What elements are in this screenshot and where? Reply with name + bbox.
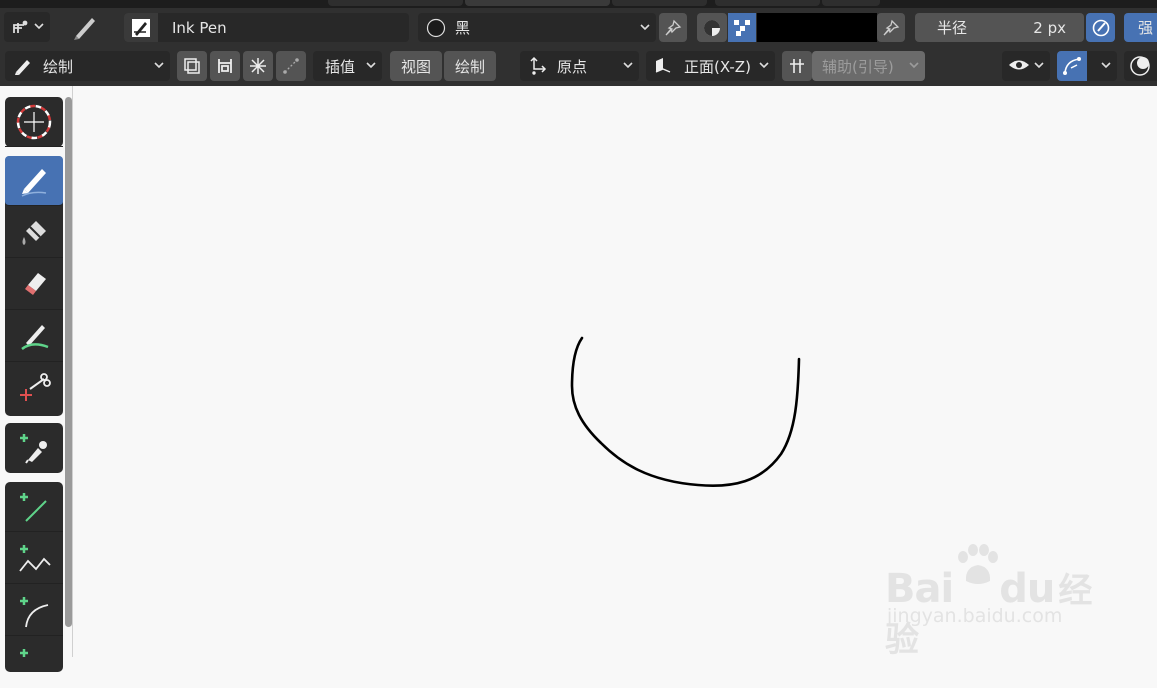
watermark: Bai du 经验 jingyan.baidu.com — [885, 535, 1100, 660]
view-menu[interactable]: 视图 — [390, 51, 442, 81]
fill-tool[interactable] — [5, 208, 63, 258]
overlay-visibility-dropdown[interactable] — [1002, 51, 1050, 81]
cursor-tool-group — [5, 97, 63, 147]
eyedropper-tool[interactable] — [5, 423, 63, 473]
erase-tool-icon — [16, 267, 52, 303]
multiframe-icon — [182, 56, 202, 76]
freeze-icon — [248, 56, 268, 76]
origin-icon — [528, 55, 548, 77]
arc-tool-icon — [16, 593, 52, 629]
cutter-tool[interactable] — [5, 364, 63, 414]
pin-material-button[interactable] — [659, 13, 687, 42]
shading-dropdown[interactable] — [1124, 51, 1157, 81]
guides-icon — [787, 56, 807, 76]
arc-tool[interactable] — [5, 586, 63, 636]
strength-label: 强 — [1138, 19, 1154, 37]
radius-value: 2 px — [1033, 18, 1066, 37]
overlay-eye-icon — [1008, 57, 1030, 75]
plane-dropdown[interactable]: 正面(X-Z) — [646, 51, 775, 81]
shape-tools-group — [5, 482, 63, 672]
eyedropper-tool-group — [5, 423, 63, 473]
cursor-tool[interactable] — [5, 97, 63, 147]
shading-icon — [1128, 54, 1152, 78]
pin-color-button[interactable] — [877, 13, 905, 42]
mode-dropdown[interactable]: 绘制 — [5, 51, 170, 81]
color-swatch[interactable] — [757, 13, 877, 42]
snap-dropdown[interactable] — [4, 12, 50, 42]
viewport-header: 绘制 插值 视图 绘制 原点 正面(X-Z) 辅助(引导) — [0, 46, 1157, 86]
material-selector[interactable]: 黑 — [418, 13, 656, 42]
brush-icon — [124, 13, 158, 42]
autolock-button[interactable] — [210, 51, 240, 81]
curve-tool-icon — [16, 645, 52, 681]
multiframe-button[interactable] — [177, 51, 207, 81]
polyline-tool-icon — [16, 541, 52, 577]
plane-label: 正面(X-Z) — [684, 57, 751, 76]
watermark-url: jingyan.baidu.com — [887, 605, 1063, 627]
interpolate-label: 插值 — [325, 57, 356, 76]
cursor-tool-icon — [14, 102, 54, 142]
draw-tool-icon — [16, 163, 52, 199]
guides-toggle[interactable] — [782, 51, 812, 81]
pen-icon[interactable] — [62, 10, 108, 44]
pin-icon — [882, 19, 900, 37]
edit-lines-icon — [281, 56, 301, 76]
radius-field[interactable]: 半径 2 px — [915, 13, 1084, 42]
strength-field[interactable]: 强 — [1124, 13, 1157, 42]
origin-label: 原点 — [557, 57, 588, 76]
freeze-button[interactable] — [243, 51, 273, 81]
pressure-toggle[interactable] — [1086, 13, 1115, 42]
select-mode-icon — [732, 18, 752, 38]
drawn-stroke[interactable] — [570, 336, 801, 487]
line-tool-icon — [16, 489, 52, 525]
tool-settings-header: Ink Pen 黑 半径 2 px 强 — [0, 8, 1157, 46]
view-label: 视图 — [400, 57, 431, 76]
origin-dropdown[interactable]: 原点 — [520, 51, 639, 81]
gizmo-dropdown[interactable] — [1087, 51, 1117, 81]
draw-tools-group — [5, 156, 63, 416]
curve-tool[interactable] — [5, 638, 63, 688]
autolock-icon — [215, 56, 235, 76]
guides-label: 辅助(引导) — [822, 57, 894, 76]
guides-dropdown[interactable]: 辅助(引导) — [812, 51, 925, 81]
draw-mode-icon — [13, 56, 33, 76]
gizmo-icon — [1062, 56, 1082, 76]
plane-icon — [653, 56, 673, 76]
pin-icon — [664, 19, 682, 37]
brush-selector[interactable]: Ink Pen — [124, 13, 409, 42]
radius-label: 半径 — [937, 19, 968, 37]
eyedropper-tool-icon — [16, 430, 52, 466]
draw-label: 绘制 — [454, 57, 485, 76]
vertex-color-toggle[interactable] — [697, 13, 727, 42]
line-tool[interactable] — [5, 482, 63, 532]
select-mode-button[interactable] — [728, 13, 756, 42]
brush-name: Ink Pen — [172, 18, 227, 37]
draw-tool[interactable] — [5, 156, 63, 206]
tint-tool[interactable] — [5, 312, 63, 362]
material-name: 黑 — [455, 19, 471, 37]
fill-tool-icon — [16, 215, 52, 251]
erase-tool[interactable] — [5, 260, 63, 310]
top-edge — [0, 0, 1157, 8]
interpolate-menu[interactable]: 插值 — [313, 51, 382, 81]
toolbar-scrollbar[interactable] — [65, 97, 72, 627]
cutter-tool-icon — [16, 371, 52, 407]
draw-menu[interactable]: 绘制 — [444, 51, 496, 81]
snap-icon — [10, 17, 32, 37]
material-ball-icon — [426, 18, 446, 38]
polyline-tool[interactable] — [5, 534, 63, 584]
vertex-color-icon — [702, 18, 722, 38]
pressure-icon — [1091, 18, 1111, 38]
mode-label: 绘制 — [43, 57, 74, 76]
tint-tool-icon — [16, 319, 52, 355]
gizmo-toggle[interactable] — [1057, 51, 1087, 81]
edit-lines-button[interactable] — [276, 51, 306, 81]
